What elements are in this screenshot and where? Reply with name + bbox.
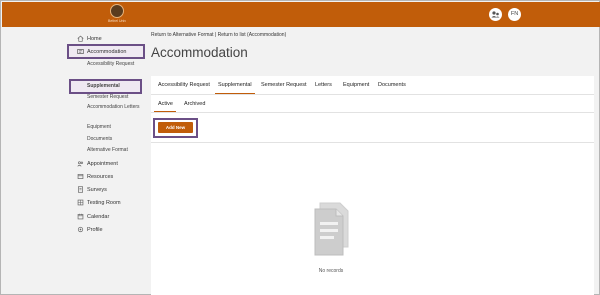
subtab-archived[interactable]: Archived <box>184 101 205 107</box>
university-logo[interactable]: Bethel Univ <box>105 4 129 26</box>
user-avatar[interactable]: FN <box>508 8 521 21</box>
sidebar-item-testing-room[interactable]: Testing Room <box>69 198 143 207</box>
sidebar-item-accommodation[interactable]: Accommodation <box>67 44 145 59</box>
people-icon[interactable] <box>489 8 502 21</box>
sidebar-sub-accommodation-letters[interactable]: Accommodation Letters <box>87 104 143 111</box>
tab-supplemental[interactable]: Supplemental <box>218 82 252 88</box>
sidebar-sub-equipment[interactable]: Equipment <box>87 124 143 131</box>
sidebar-sub-accessibility-request[interactable]: Accessibility Request <box>87 61 143 68</box>
empty-state-message: No records <box>318 268 344 274</box>
sidebar-item-label: Profile <box>87 226 103 233</box>
toolbar-divider <box>151 142 594 143</box>
profile-icon <box>77 226 84 233</box>
empty-documents-icon <box>314 202 349 256</box>
accommodation-icon <box>77 49 84 54</box>
sidebar-item-label: Resources <box>87 173 114 180</box>
sidebar: Home Accommodation Accessibility Request… <box>67 27 146 295</box>
sidebar-item-resources[interactable]: Resources <box>69 172 143 181</box>
tab-semester-request[interactable]: Semester Request <box>261 82 307 88</box>
tab-letters[interactable]: Letters <box>315 82 332 88</box>
subtabs-divider <box>151 112 594 113</box>
page-title: Accommodation <box>151 45 248 60</box>
add-new-button[interactable]: Add New <box>158 122 193 133</box>
sidebar-item-label: Surveys <box>87 186 107 193</box>
appointment-icon <box>77 161 84 167</box>
sidebar-sub-alternative-format[interactable]: Alternative Format <box>87 147 143 154</box>
tab-documents[interactable]: Documents <box>378 82 406 88</box>
breadcrumb[interactable]: Return to Alternative Format | Return to… <box>151 32 286 38</box>
calendar-icon <box>77 213 84 220</box>
home-icon <box>77 35 84 42</box>
resources-icon <box>77 174 84 179</box>
sidebar-sub-semester-request[interactable]: Semester Request <box>87 94 143 101</box>
tabs-divider <box>151 94 594 95</box>
sidebar-item-label: Testing Room <box>87 199 121 206</box>
sidebar-item-label: Home <box>87 35 102 42</box>
surveys-icon <box>78 186 83 193</box>
testing-room-icon <box>77 199 84 206</box>
subtab-active[interactable]: Active <box>158 101 173 107</box>
app-window: Bethel Univ FN Home Accommodation Access… <box>0 0 600 295</box>
tab-accessibility-request[interactable]: Accessibility Request <box>158 82 210 88</box>
logo-text: Bethel Univ <box>108 19 126 23</box>
tab-equipment[interactable]: Equipment <box>343 82 369 88</box>
sidebar-item-profile[interactable]: Profile <box>69 225 143 234</box>
sidebar-sub-documents[interactable]: Documents <box>87 136 143 143</box>
sidebar-sub-supplemental[interactable]: Supplemental <box>69 79 142 94</box>
sidebar-item-appointment[interactable]: Appointment <box>69 159 143 168</box>
sidebar-item-label: Appointment <box>87 160 118 167</box>
sidebar-item-label: Calendar <box>87 213 110 220</box>
sidebar-item-home[interactable]: Home <box>69 34 143 43</box>
logo-emblem-icon <box>110 4 124 18</box>
top-bar: Bethel Univ FN <box>2 2 600 27</box>
content-panel <box>151 76 594 295</box>
sidebar-item-calendar[interactable]: Calendar <box>69 212 143 221</box>
sidebar-item-surveys[interactable]: Surveys <box>69 185 143 194</box>
sidebar-item-label: Accommodation <box>87 48 127 55</box>
